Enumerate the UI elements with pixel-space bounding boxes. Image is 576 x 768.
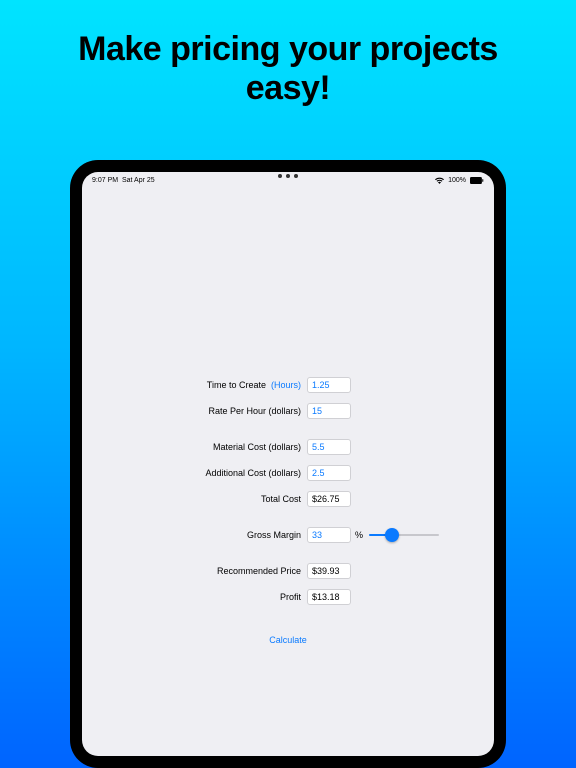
battery-icon (470, 177, 484, 184)
tablet-screen: 9:07 PM Sat Apr 25 100% Time to Create (… (82, 172, 494, 756)
calculate-button[interactable]: Calculate (82, 635, 494, 645)
label-additional-cost: Additional Cost (dollars) (82, 468, 307, 478)
input-time-to-create[interactable]: 1.25 (307, 377, 351, 393)
row-recommended-price: Recommended Price $39.93 (82, 563, 494, 579)
label-recommended-price: Recommended Price (82, 566, 307, 576)
battery-percent: 100% (448, 177, 466, 184)
slider-thumb[interactable] (385, 528, 399, 542)
slider-gross-margin[interactable] (369, 527, 439, 543)
row-profit: Profit $13.18 (82, 589, 494, 605)
status-time: 9:07 PM (92, 177, 118, 184)
row-gross-margin: Gross Margin 33 % (82, 527, 494, 543)
label-time-to-create: Time to Create (Hours) (82, 380, 307, 390)
label-gross-margin: Gross Margin (82, 530, 307, 540)
row-time-to-create: Time to Create (Hours) 1.25 (82, 377, 494, 393)
input-material-cost[interactable]: 5.5 (307, 439, 351, 455)
label-material-cost: Material Cost (dollars) (82, 442, 307, 452)
label-rate-per-hour: Rate Per Hour (dollars) (82, 406, 307, 416)
unit-hours: (Hours) (271, 380, 301, 390)
row-rate-per-hour: Rate Per Hour (dollars) 15 (82, 403, 494, 419)
row-additional-cost: Additional Cost (dollars) 2.5 (82, 465, 494, 481)
promo-headline: Make pricing your projects easy! (0, 0, 576, 108)
wifi-icon (435, 177, 444, 184)
input-gross-margin[interactable]: 33 (307, 527, 351, 543)
output-profit: $13.18 (307, 589, 351, 605)
headline-line1: Make pricing your projects (0, 30, 576, 69)
input-additional-cost[interactable]: 2.5 (307, 465, 351, 481)
status-left: 9:07 PM Sat Apr 25 (92, 177, 155, 184)
output-total-cost: $26.75 (307, 491, 351, 507)
label-profit: Profit (82, 592, 307, 602)
output-recommended-price: $39.93 (307, 563, 351, 579)
row-total-cost: Total Cost $26.75 (82, 491, 494, 507)
label-total-cost: Total Cost (82, 494, 307, 504)
tablet-frame: 9:07 PM Sat Apr 25 100% Time to Create (… (70, 160, 506, 768)
pricing-form: Time to Create (Hours) 1.25 Rate Per Hou… (82, 377, 494, 645)
headline-line2: easy! (0, 69, 576, 108)
status-bar: 9:07 PM Sat Apr 25 100% (82, 177, 494, 184)
row-material-cost: Material Cost (dollars) 5.5 (82, 439, 494, 455)
status-right: 100% (435, 177, 484, 184)
percent-sign: % (355, 530, 363, 540)
input-rate-per-hour[interactable]: 15 (307, 403, 351, 419)
status-date: Sat Apr 25 (122, 177, 155, 184)
